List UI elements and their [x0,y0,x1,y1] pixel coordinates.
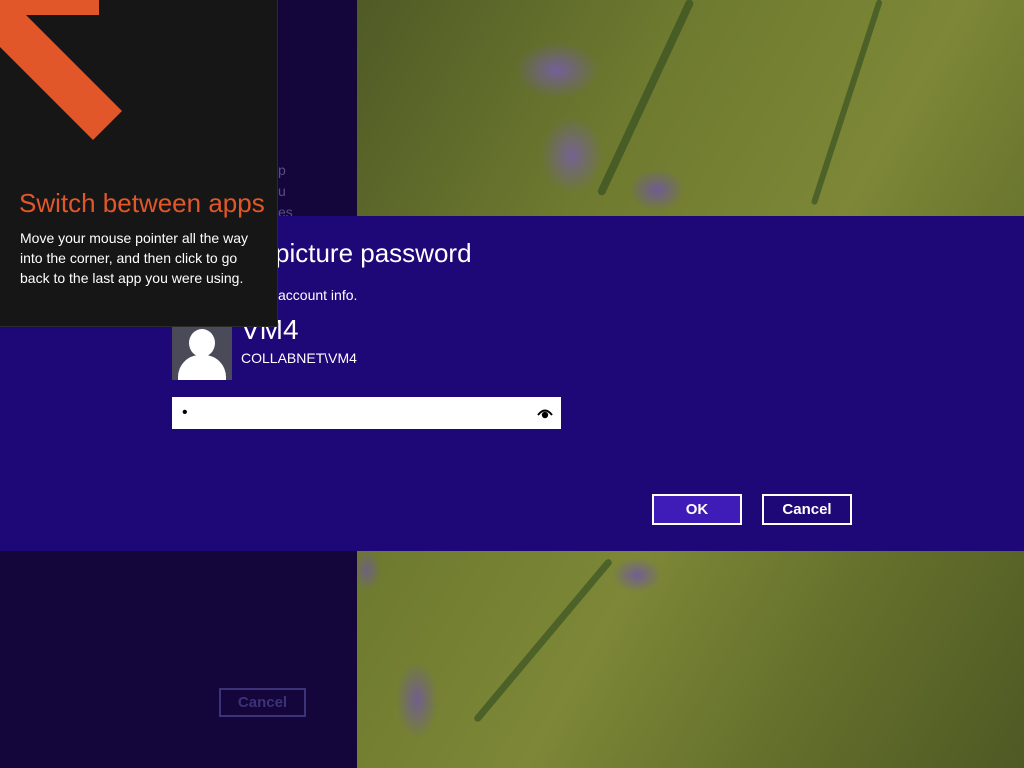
dialog-title: picture password [275,238,472,268]
tip-title: Switch between apps [19,188,265,218]
cancel-button[interactable]: Cancel [762,494,852,525]
corner-arrow-icon [0,0,122,140]
faint-line: u [278,183,286,199]
tip-body: Move your mouse pointer all the way into… [20,230,248,286]
dialog-subtitle: account info. [278,287,358,303]
password-input[interactable] [180,403,524,423]
switch-apps-tip: Switch between apps Move your mouse poin… [0,0,278,327]
background-cancel-button: Cancel [219,688,306,717]
ok-button[interactable]: OK [652,494,742,525]
faint-line: p [278,162,286,178]
password-field[interactable] [172,397,561,429]
user-domain: COLLABNET\VM4 [241,350,357,366]
reveal-password-icon[interactable] [537,405,553,421]
user-avatar-icon [172,327,232,380]
